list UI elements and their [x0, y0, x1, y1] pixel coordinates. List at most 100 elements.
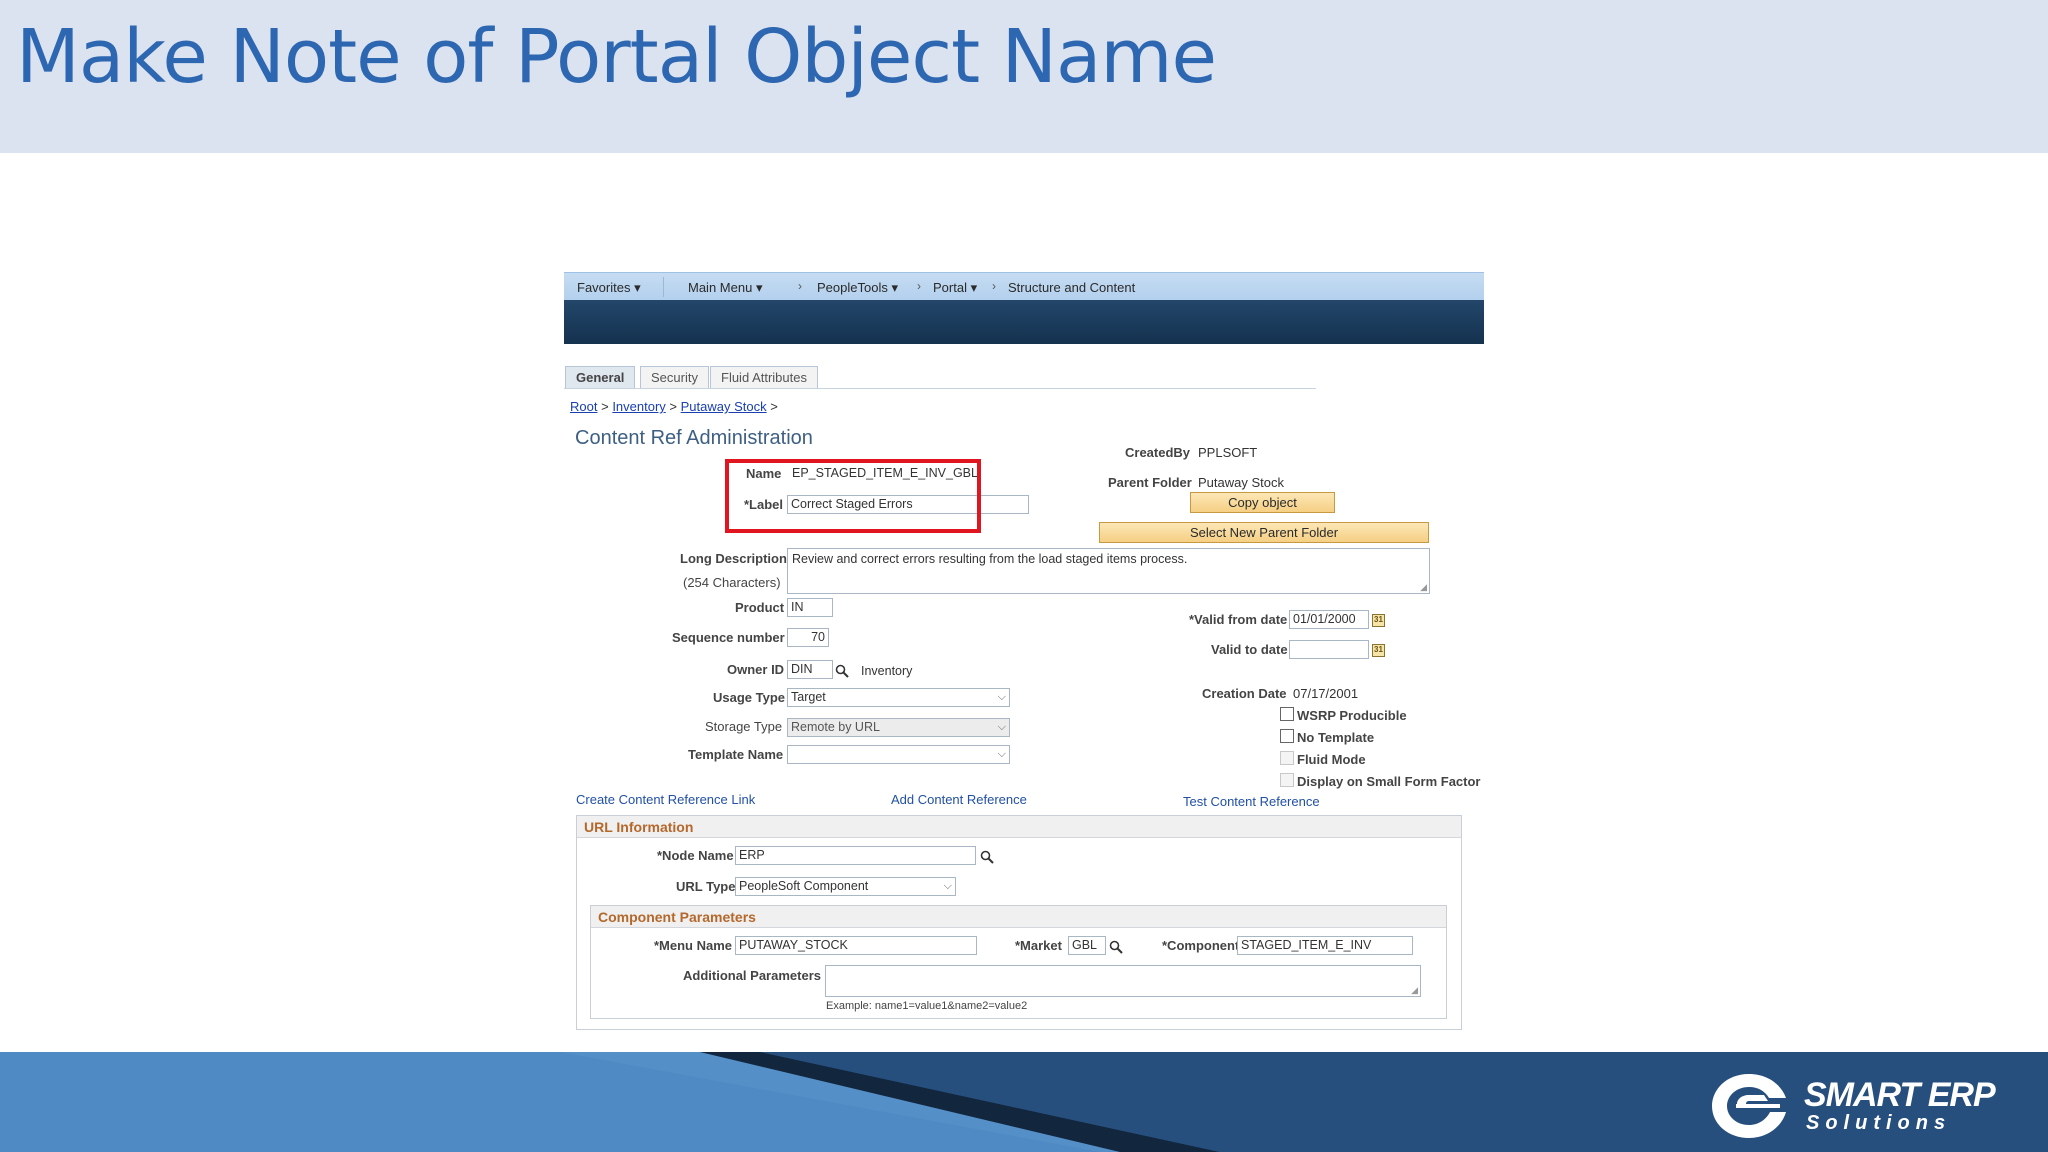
breadcrumb-inventory[interactable]: Inventory	[612, 399, 665, 414]
tab-fluid-attributes[interactable]: Fluid Attributes	[710, 366, 818, 388]
tab-security[interactable]: Security	[640, 366, 709, 388]
chevron-down-icon: ⌵	[997, 691, 1006, 703]
nav-main-menu[interactable]: Main Menu ▾	[688, 280, 762, 296]
chevron-down-icon: ⌵	[943, 880, 952, 892]
chevron-right-icon: ›	[798, 279, 802, 293]
chevron-down-icon: ⌵	[997, 721, 1006, 733]
chevron-down-icon: ⌵	[997, 748, 1006, 760]
node-name-label: *Node Name	[657, 848, 734, 863]
nav-portal[interactable]: Portal ▾	[933, 280, 977, 296]
caret-down-icon: ▾	[970, 280, 978, 295]
fluid-mode-checkbox[interactable]	[1280, 751, 1294, 765]
component-parameters-title: Component Parameters	[591, 906, 1446, 928]
logo-mark-icon	[1712, 1074, 1786, 1138]
wsrp-checkbox[interactable]	[1280, 707, 1294, 721]
valid-to-label: Valid to date	[1211, 642, 1288, 657]
template-name-label: Template Name	[688, 747, 784, 762]
owner-id-description: Inventory	[861, 664, 913, 678]
create-content-reference-link[interactable]: Create Content Reference Link	[576, 792, 755, 807]
banner	[564, 300, 1484, 344]
url-information-title: URL Information	[577, 816, 1461, 838]
tab-general[interactable]: General	[565, 366, 636, 388]
caret-down-icon: ▾	[634, 280, 641, 295]
storage-type-select[interactable]: Remote by URL ⌵	[787, 718, 1010, 737]
additional-parameters-example: Example: name1=value1&name2=value2	[826, 1000, 1028, 1012]
page-title: Content Ref Administration	[575, 427, 813, 449]
breadcrumb-sep: >	[601, 399, 609, 414]
market-input[interactable]: GBL	[1068, 936, 1106, 955]
createdby-value: PPLSOFT	[1198, 445, 1258, 460]
nav-peopletools-label: PeopleTools	[817, 280, 888, 295]
tab-divider	[564, 388, 1316, 389]
lookup-icon[interactable]	[1109, 940, 1123, 954]
long-description-hint: (254 Characters)	[683, 575, 781, 590]
component-label: *Component	[1162, 938, 1240, 953]
node-name-input[interactable]: ERP	[735, 846, 976, 865]
template-name-select[interactable]: ⌵	[787, 745, 1010, 764]
storage-type-label: Storage Type	[705, 719, 783, 734]
long-description-input[interactable]: Review and correct errors resulting from…	[787, 548, 1430, 594]
no-template-checkbox[interactable]	[1280, 729, 1294, 743]
breadcrumb-sep: >	[669, 399, 678, 414]
copy-object-button[interactable]: Copy object	[1190, 492, 1335, 513]
usage-type-label: Usage Type	[713, 690, 786, 705]
logo-text-primary: SMART ERP	[1804, 1076, 1996, 1114]
lookup-icon[interactable]	[980, 850, 994, 864]
caret-down-icon: ▾	[755, 280, 763, 295]
caret-down-icon: ▾	[891, 280, 898, 295]
calendar-icon[interactable]: 31	[1372, 614, 1385, 627]
long-description-text: Review and correct errors resulting from…	[792, 552, 1188, 566]
breadcrumb: Root > Inventory > Putaway Stock >	[570, 399, 778, 414]
creation-date-value: 07/17/2001	[1293, 686, 1359, 701]
breadcrumb-putaway-stock[interactable]: Putaway Stock	[681, 399, 767, 414]
component-parameters-group: Component Parameters *Menu Name PUTAWAY_…	[590, 905, 1447, 1019]
nav-main-menu-label: Main Menu	[688, 280, 753, 295]
nav-favorites-label: Favorites	[577, 280, 631, 295]
sequence-input[interactable]: 70	[787, 628, 829, 647]
sequence-label: Sequence number	[672, 630, 785, 645]
nav-structure-content[interactable]: Structure and Content	[1008, 280, 1135, 295]
add-content-reference-link[interactable]: Add Content Reference	[891, 792, 1027, 807]
url-information-group: URL Information *Node Name ERP URL Type …	[576, 815, 1462, 1030]
resize-grip-icon: ◢	[1411, 985, 1418, 995]
valid-from-input[interactable]: 01/01/2000	[1289, 610, 1369, 629]
valid-to-input[interactable]	[1289, 640, 1369, 659]
logo-text-secondary: Solutions	[1806, 1112, 1952, 1134]
usage-type-value: Target	[791, 690, 826, 704]
menu-name-label: *Menu Name	[654, 938, 733, 953]
url-type-select[interactable]: PeopleSoft Component ⌵	[735, 877, 956, 896]
market-label: *Market	[1015, 938, 1062, 953]
calendar-icon[interactable]: 31	[1372, 644, 1385, 657]
product-input[interactable]: IN	[787, 598, 833, 617]
owner-id-input[interactable]: DIN	[787, 660, 833, 679]
parent-folder-label: Parent Folder	[1108, 475, 1192, 490]
additional-parameters-input[interactable]: ◢	[825, 965, 1421, 997]
smart-erp-logo: SMART ERP Solutions	[1706, 1068, 1996, 1144]
select-parent-folder-button[interactable]: Select New Parent Folder	[1099, 522, 1429, 543]
nav-portal-label: Portal	[933, 280, 967, 295]
nav-peopletools[interactable]: PeopleTools ▾	[817, 280, 898, 296]
nav-divider	[663, 277, 664, 297]
menu-name-input[interactable]: PUTAWAY_STOCK	[735, 936, 977, 955]
nav-favorites[interactable]: Favorites ▾	[577, 280, 641, 296]
lookup-icon[interactable]	[835, 664, 849, 678]
highlight-box	[725, 459, 981, 533]
valid-from-label: *Valid from date	[1189, 612, 1288, 627]
usage-type-select[interactable]: Target ⌵	[787, 688, 1010, 707]
resize-grip-icon: ◢	[1420, 582, 1427, 592]
nav-bar: Favorites ▾ Main Menu ▾ › PeopleTools ▾ …	[564, 272, 1484, 300]
creation-date-label: Creation Date	[1202, 686, 1287, 701]
breadcrumb-root[interactable]: Root	[570, 399, 597, 414]
small-form-label: Display on Small Form Factor	[1297, 774, 1481, 789]
wsrp-label: WSRP Producible	[1297, 708, 1407, 723]
product-label: Product	[735, 600, 785, 615]
component-input[interactable]: STAGED_ITEM_E_INV	[1237, 936, 1413, 955]
test-content-reference-link[interactable]: Test Content Reference	[1183, 794, 1320, 809]
small-form-checkbox[interactable]	[1280, 773, 1294, 787]
breadcrumb-sep: >	[770, 399, 778, 414]
url-type-value: PeopleSoft Component	[739, 879, 869, 893]
fluid-mode-label: Fluid Mode	[1297, 752, 1366, 767]
slide-title: Make Note of Portal Object Name	[16, 14, 1217, 100]
chevron-right-icon: ›	[917, 279, 921, 293]
createdby-label: CreatedBy	[1125, 445, 1191, 460]
